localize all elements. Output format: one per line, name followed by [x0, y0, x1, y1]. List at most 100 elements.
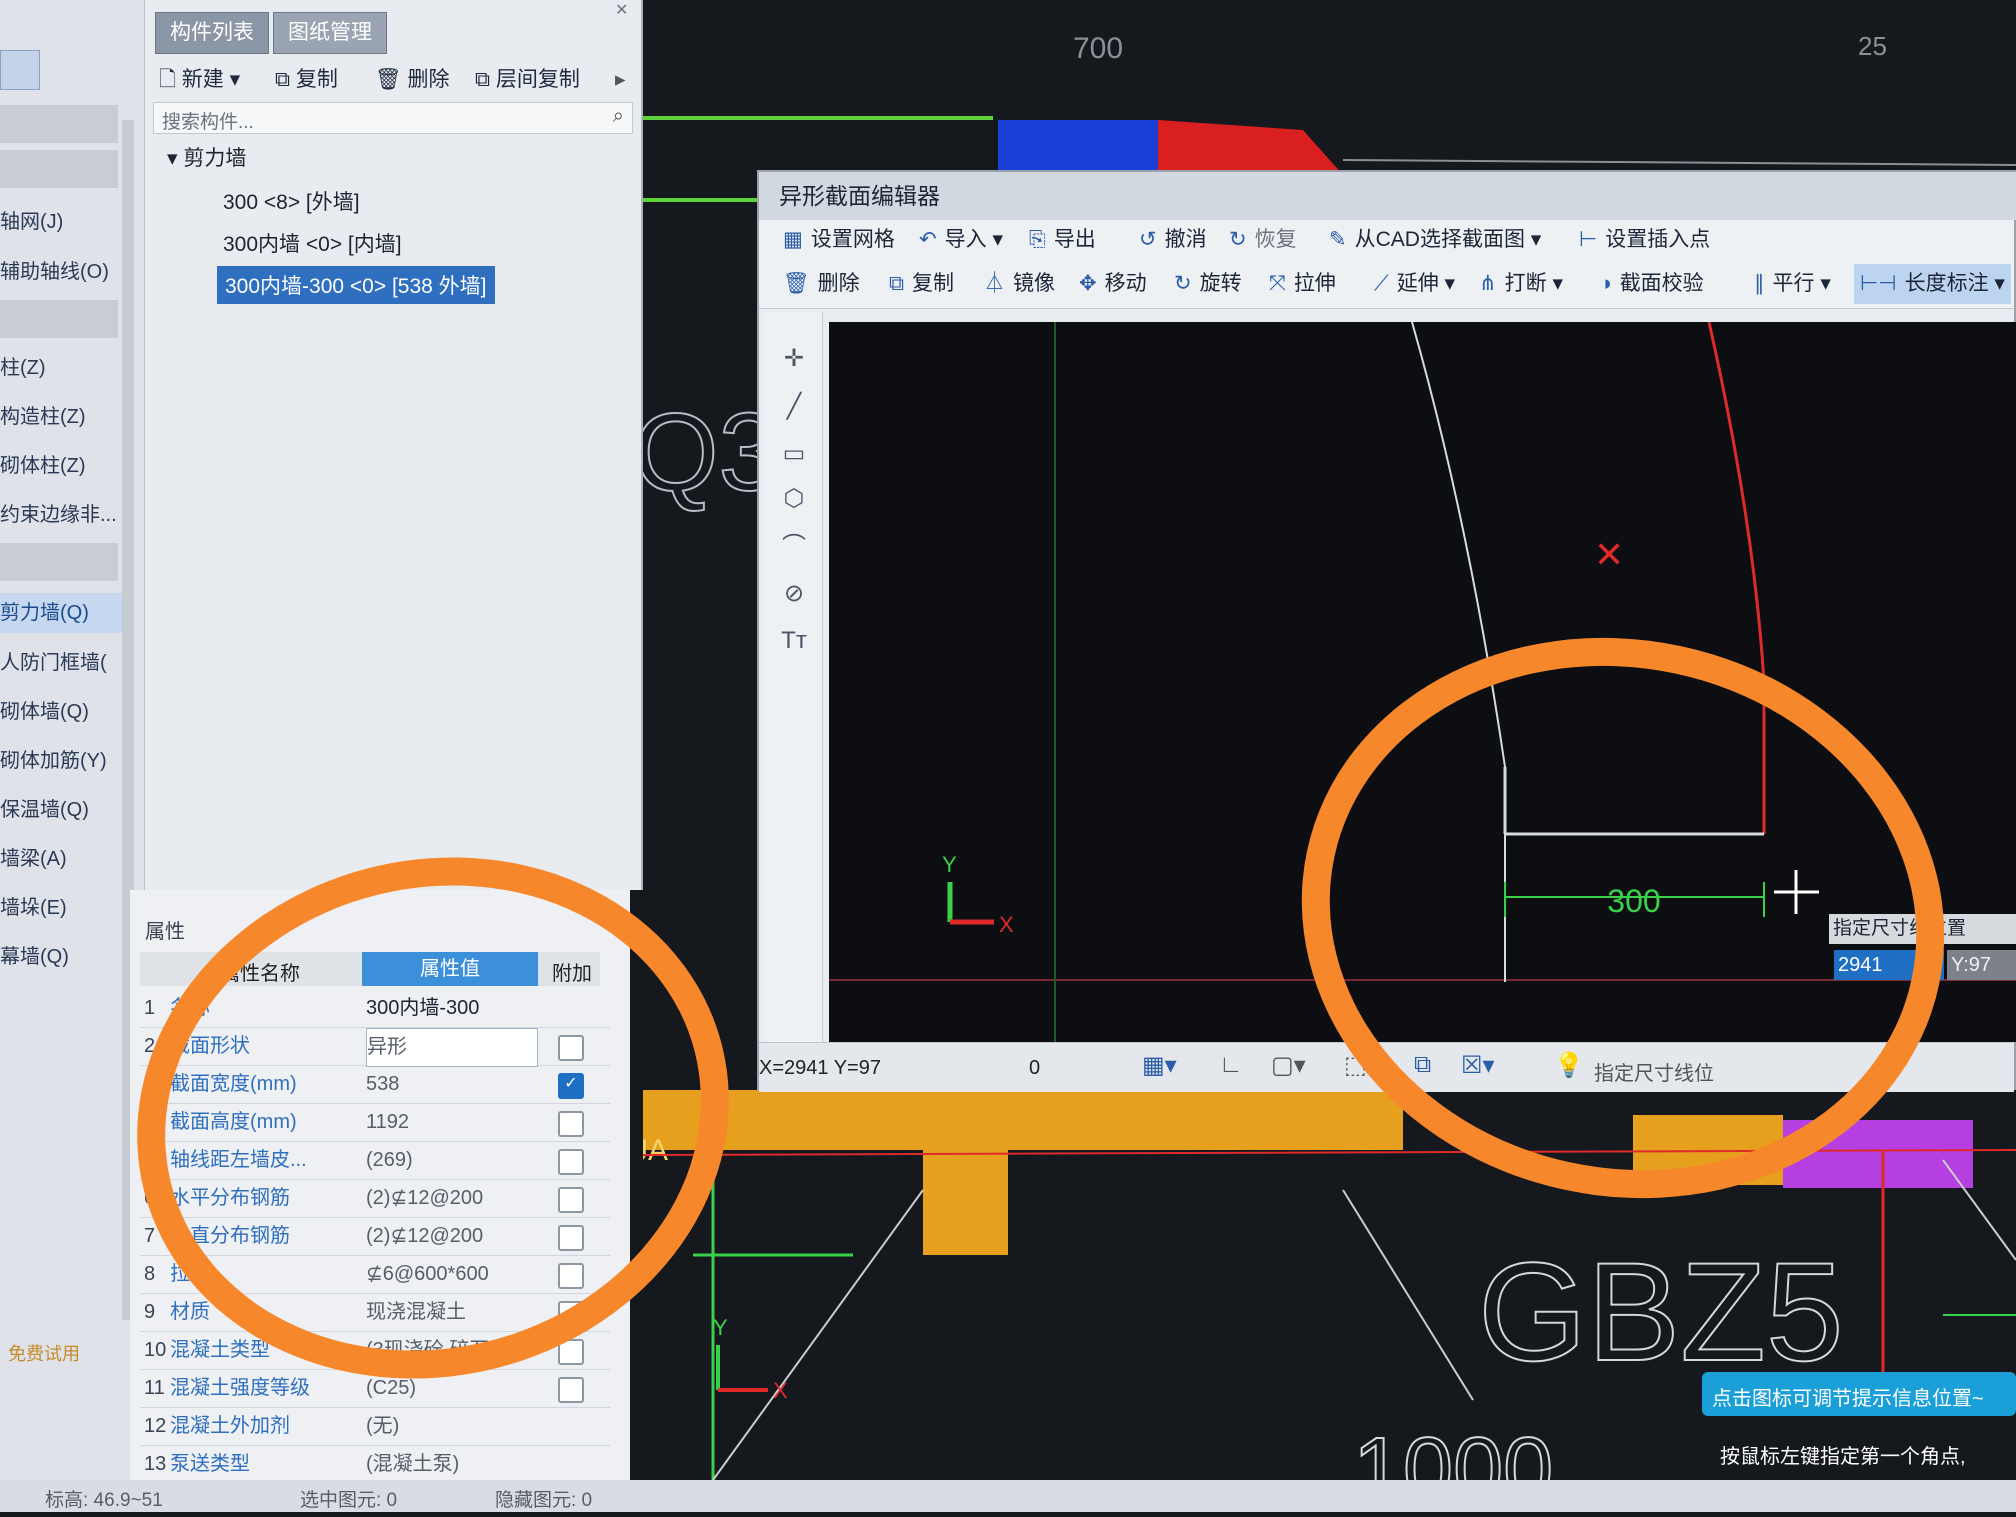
- y-coordinate-input[interactable]: Y:97: [1947, 950, 2016, 980]
- export-button[interactable]: ⎘ 导出: [1029, 220, 1096, 260]
- nav-item-curtain-wall[interactable]: 幕墙(Q): [0, 937, 130, 977]
- nav-item-insulation-wall[interactable]: 保温墙(Q): [0, 790, 130, 830]
- axis-label: Y: [713, 1315, 728, 1340]
- snap-toggle-icon[interactable]: ▢▾: [1271, 1051, 1306, 1080]
- rectangle-tool-icon[interactable]: ▭: [777, 437, 811, 471]
- component-label: GBZ5: [1478, 1233, 1844, 1390]
- corner-hint: 按鼠标左键指定第一个角点,: [1720, 1446, 1966, 1468]
- trash-icon: 🗑: [783, 272, 810, 295]
- tree-item[interactable]: 300 <8> [外墙]: [223, 186, 360, 216]
- property-name: 混凝土强度等级: [170, 1377, 310, 1399]
- select-from-cad-button[interactable]: ✎ 从CAD选择截面图 ▾: [1329, 220, 1541, 260]
- tree-root[interactable]: ▾ 剪力墙: [167, 142, 246, 172]
- undo-icon: ↺: [1139, 228, 1157, 251]
- redo-icon: ↻: [1229, 228, 1247, 251]
- row-number: 10: [144, 1339, 166, 1361]
- nav-group-header[interactable]: [0, 543, 118, 581]
- main-status-bar: 标高: 46.9~51 选中图元: 0 隐藏图元: 0: [0, 1480, 2016, 1512]
- nav-group-header[interactable]: [0, 300, 118, 338]
- dialog-toolbar-1: ▦ 设置网格 ↶ 导入 ▾ ⎘ 导出 ↺ 撤消 ↻ 恢复 ✎ 从CAD选择截面图 ▾ ⊢ 设置…: [759, 220, 2014, 265]
- parallel-button[interactable]: ∥ 平行 ▾: [1754, 264, 1831, 304]
- trial-label[interactable]: 免费试用: [8, 1340, 80, 1366]
- attach-checkbox[interactable]: [558, 1377, 584, 1403]
- nav-item-axis-grid[interactable]: 轴网(J): [0, 202, 130, 242]
- dimension-text: 25: [1858, 31, 1887, 61]
- selected-count: 选中图元: 0: [300, 1490, 398, 1511]
- dimension-text: 700: [1073, 32, 1123, 65]
- grid-toggle-icon[interactable]: ▦▾: [1142, 1051, 1177, 1080]
- delete-button[interactable]: 🗑 删除: [783, 264, 860, 304]
- tab-drawing-management[interactable]: 图纸管理: [273, 12, 387, 54]
- nav-item-constraint-edge[interactable]: 约束边缘非...: [0, 495, 130, 535]
- nav-item-aux-axis[interactable]: 辅助轴线(O): [0, 252, 130, 292]
- nav-item-shear-wall[interactable]: 剪力墙(Q): [0, 593, 130, 633]
- undo-button[interactable]: ↺ 撤消: [1139, 220, 1207, 260]
- left-nav-panel: 轴网(J) 辅助轴线(O) 柱(Z) 构造柱(Z) 砌体柱(Z) 约束边缘非..…: [0, 0, 145, 1512]
- search-icon[interactable]: ⌕: [613, 105, 624, 128]
- search-box[interactable]: 搜索构件... ⌕: [153, 102, 633, 134]
- grid-settings-button[interactable]: ▦ 设置网格: [783, 220, 895, 260]
- list-view-icon[interactable]: [0, 50, 40, 90]
- stretch-button[interactable]: ⤧ 拉伸: [1269, 264, 1336, 304]
- move-button[interactable]: ✥ 移动: [1079, 264, 1147, 304]
- axis-label: X: [999, 912, 1014, 937]
- section-check-icon: ◑: [1599, 272, 1612, 295]
- floor-copy-button[interactable]: ⧉ 层间复制: [475, 62, 580, 98]
- tree-item[interactable]: 300内墙 <0> [内墙]: [223, 228, 402, 258]
- line-tool-icon[interactable]: ╱: [777, 390, 811, 424]
- nav-item-wall-pier[interactable]: 墙垛(E): [0, 888, 130, 928]
- hidden-count: 隐藏图元: 0: [495, 1490, 593, 1511]
- info-bubble[interactable]: 点击图标可调节提示信息位置~: [1702, 1372, 2016, 1416]
- nav-item-civil-defense-wall[interactable]: 人防门框墙(: [0, 643, 130, 683]
- nav-group-header[interactable]: [0, 150, 118, 188]
- rotate-button[interactable]: ↻ 旋转: [1174, 264, 1242, 304]
- more-icon[interactable]: ▸: [615, 62, 626, 98]
- property-value[interactable]: (混凝土泵): [366, 1446, 536, 1483]
- nav-item-masonry-wall[interactable]: 砌体墙(Q): [0, 692, 130, 732]
- search-input[interactable]: 搜索构件...: [162, 107, 254, 134]
- close-mark-icon: ✕: [1594, 534, 1624, 575]
- row-number: 9: [144, 1301, 156, 1323]
- text-tool-icon[interactable]: Tт: [777, 624, 811, 658]
- set-insert-point-button[interactable]: ⊢ 设置插入点: [1579, 220, 1710, 260]
- tree-item-selected[interactable]: 300内墙-300 <0> [538 外墙]: [217, 266, 495, 304]
- import-button[interactable]: ↶ 导入 ▾: [919, 220, 1003, 260]
- mirror-button[interactable]: ⏃ 镜像: [984, 264, 1055, 304]
- tab-component-list[interactable]: 构件列表: [155, 12, 269, 54]
- stretch-icon: ⤧: [1269, 272, 1286, 295]
- coordinates-readout: X=2941 Y=97: [759, 1057, 881, 1079]
- extend-button[interactable]: ⟋ 延伸 ▾: [1374, 264, 1455, 304]
- ortho-toggle-icon[interactable]: ∟: [1219, 1051, 1243, 1079]
- row-number: 13: [144, 1453, 166, 1475]
- circle-tool-icon[interactable]: ⊘: [777, 577, 811, 611]
- break-button[interactable]: ⋔ 打断 ▾: [1479, 264, 1563, 304]
- nav-item-masonry-rebar[interactable]: 砌体加筋(Y): [0, 741, 130, 781]
- copy-button[interactable]: ⧉ 复制: [275, 62, 338, 98]
- property-value[interactable]: (无): [366, 1408, 536, 1445]
- mirror-icon: ⏃: [984, 272, 1005, 295]
- arc-tool-icon[interactable]: ⌒: [777, 530, 811, 564]
- point-tool-icon[interactable]: ✛: [777, 342, 811, 376]
- property-row[interactable]: 12 混凝土外加剂 (无): [140, 1408, 610, 1446]
- dialog-toolbar-2: 🗑 删除 ⧉ 复制 ⏃ 镜像 ✥ 移动 ↻ 旋转 ⤧ 拉伸 ⟋ 延伸 ▾ ⋔ 打断 ▾ ◑ 截面校…: [759, 264, 2014, 309]
- wall-segment-orange: [643, 1090, 1403, 1150]
- polygon-tool-icon[interactable]: ⬡: [777, 482, 811, 516]
- nav-item-wall-beam[interactable]: 墙梁(A): [0, 839, 130, 879]
- section-check-button[interactable]: ◑ 截面校验: [1599, 264, 1704, 304]
- length-dimension-button[interactable]: ⊢⊣ 长度标注 ▾: [1854, 264, 2011, 304]
- copy-button[interactable]: ⧉ 复制: [889, 264, 954, 304]
- copy-icon: ⧉: [475, 68, 490, 91]
- nav-item-masonry-column[interactable]: 砌体柱(Z): [0, 446, 130, 486]
- import-icon: ↶: [919, 228, 937, 251]
- nav-item-constructional-column[interactable]: 构造柱(Z): [0, 397, 130, 437]
- new-button[interactable]: 🗋 新建 ▾: [159, 62, 240, 98]
- drawing-tools-panel: ✛ ╱ ▭ ⬡ ⌒ ⊘ Tт: [763, 312, 823, 1042]
- delete-button[interactable]: 🗑 删除: [375, 62, 450, 98]
- close-icon[interactable]: ✕: [615, 0, 639, 19]
- redo-button[interactable]: ↻ 恢复: [1229, 220, 1297, 260]
- nav-group-header[interactable]: [0, 105, 118, 143]
- property-row[interactable]: 13 泵送类型 (混凝土泵): [140, 1446, 610, 1484]
- copy-icon: ⧉: [889, 272, 904, 295]
- nav-item-column[interactable]: 柱(Z): [0, 348, 130, 388]
- trash-icon: 🗑: [375, 68, 402, 91]
